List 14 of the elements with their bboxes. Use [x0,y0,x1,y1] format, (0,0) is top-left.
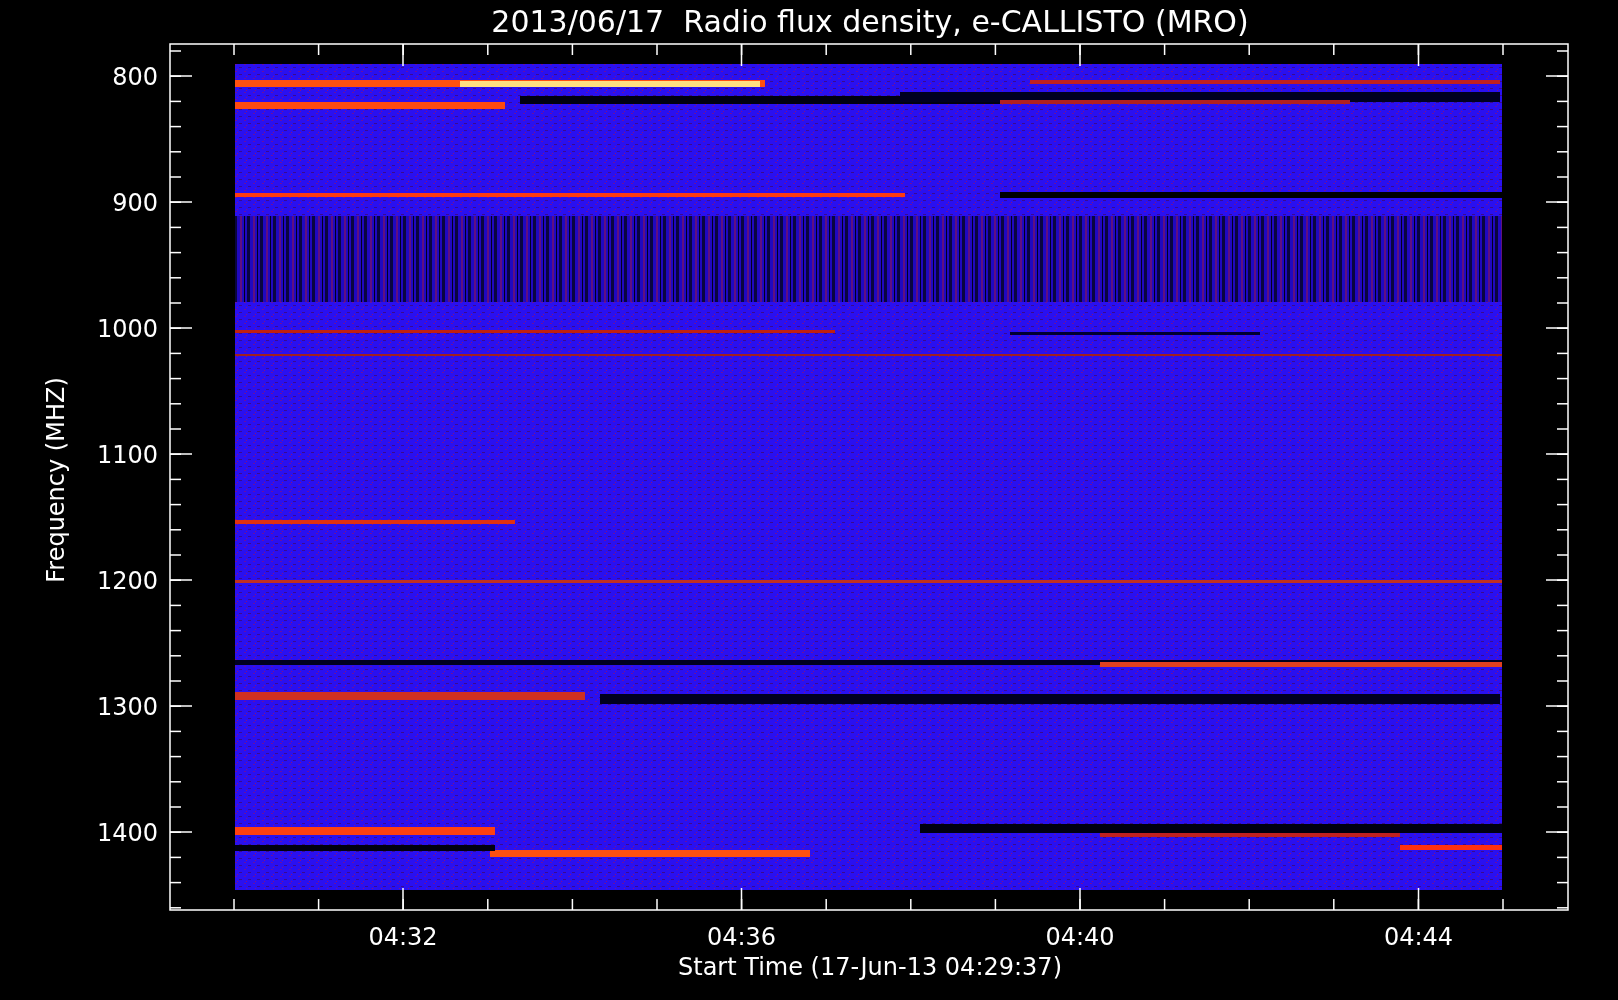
tick-label: 1100 [96,441,158,469]
axis-label: Frequency (MHZ) [42,377,70,583]
tick-label: 800 [112,63,158,91]
tick-label: 1200 [96,567,158,595]
axis-label: Start Time (17-Jun-13 04:29:37) [678,953,1062,981]
tick-label: 900 [112,189,158,217]
tick-label: 04:40 [1045,923,1115,951]
tick-label: 1400 [96,819,158,847]
tick-label: 04:32 [368,923,438,951]
tick-label: 04:44 [1383,923,1454,951]
chart-title: 2013/06/17 Radio flux density, e-CALLISTO (MRO) [491,4,1249,39]
tick-label: 04:36 [706,923,777,951]
tick-label: 1000 [96,315,158,343]
tick-label: 1300 [96,693,158,721]
